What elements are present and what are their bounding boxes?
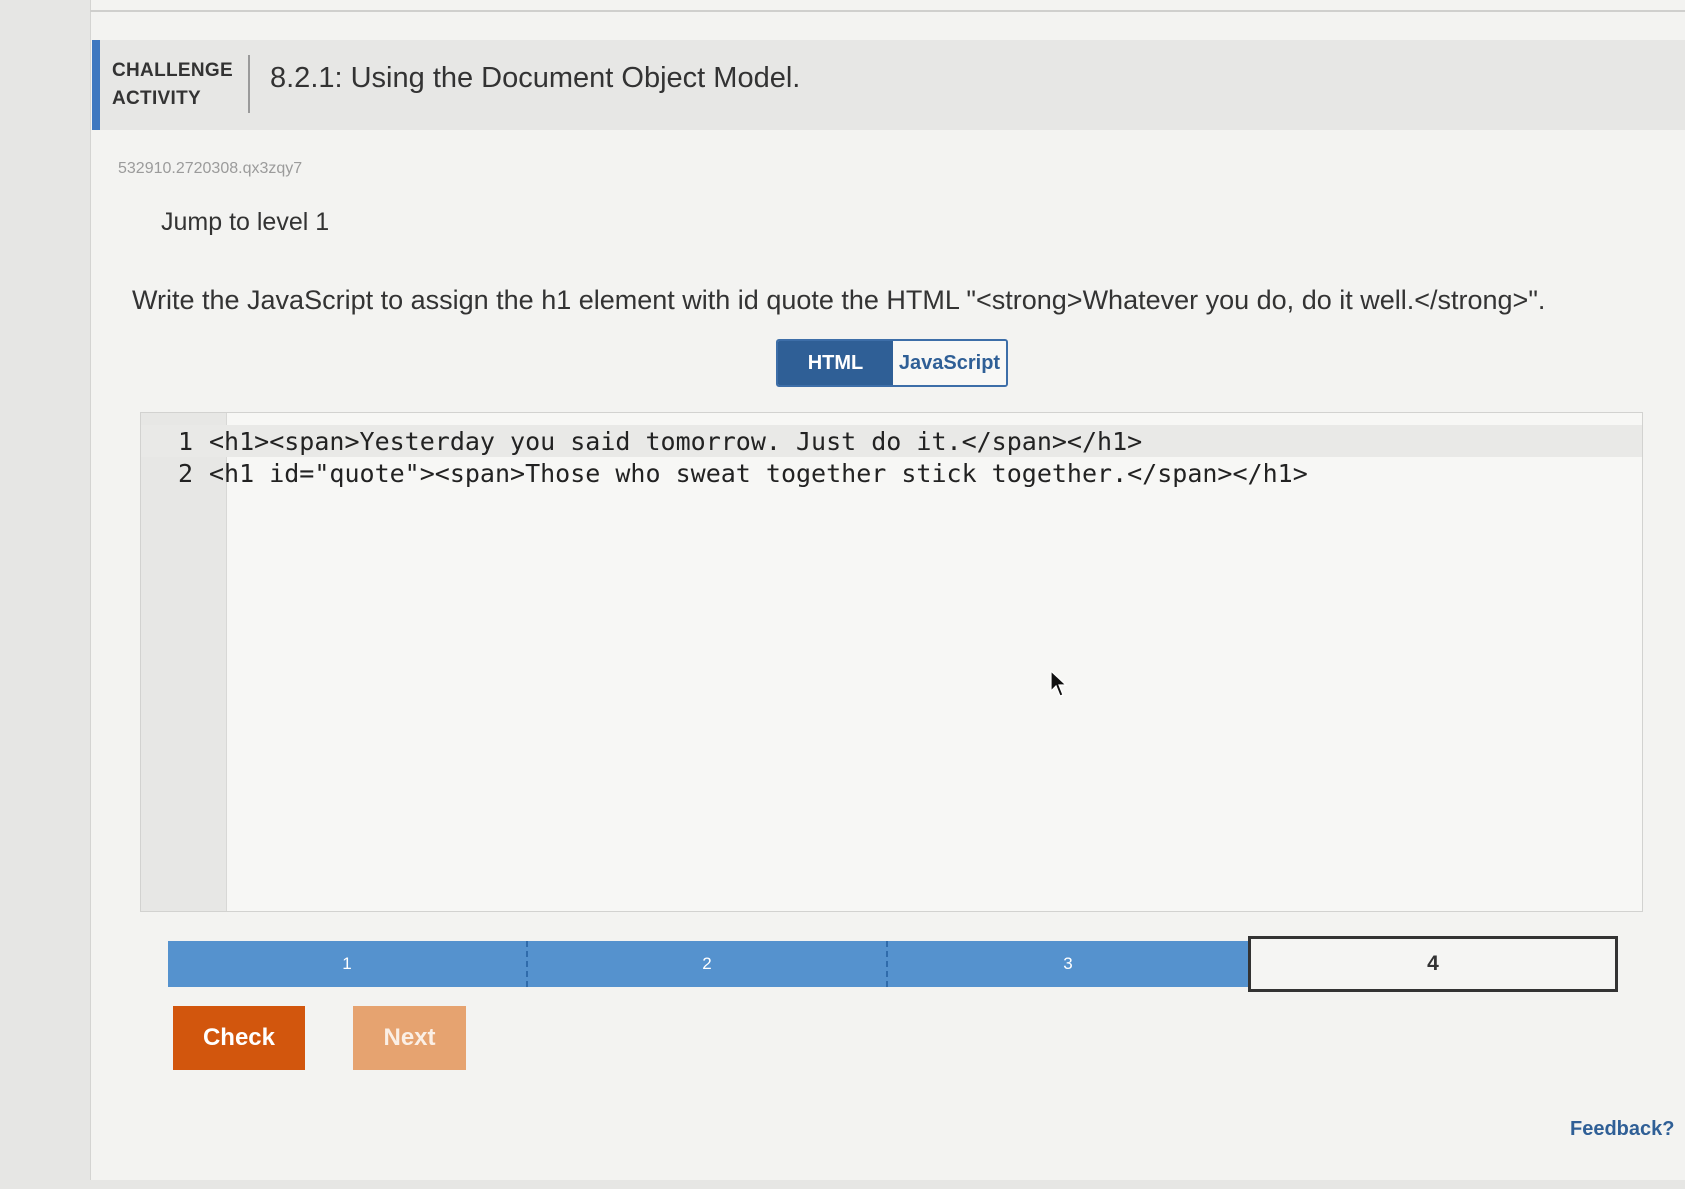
line-code[interactable]: <h1 id="quote"><span>Those who sweat tog… xyxy=(209,459,1308,488)
level-1-segment[interactable]: 1 xyxy=(168,941,528,987)
line-number: 2 xyxy=(177,458,193,488)
activity-id: 532910.2720308.qx3zqy7 xyxy=(118,160,303,177)
feedback-link[interactable]: Feedback? xyxy=(1570,1118,1674,1141)
code-editor[interactable]: 1 <h1><span>Yesterday you said tomorrow.… xyxy=(140,412,1643,912)
mouse-pointer-icon xyxy=(1050,670,1068,697)
next-button[interactable]: Next xyxy=(353,1006,466,1070)
level-progress-bar: 1 2 3 4 xyxy=(168,936,1618,992)
activity-type-label: CHALLENGE ACTIVITY xyxy=(112,60,233,109)
check-button[interactable]: Check xyxy=(173,1006,305,1070)
code-line[interactable]: 1 <h1><span>Yesterday you said tomorrow.… xyxy=(141,425,1142,457)
header-divider xyxy=(248,55,250,113)
language-tabs: HTML JavaScript xyxy=(776,339,1008,387)
line-number: 1 xyxy=(177,426,193,456)
line-code[interactable]: <h1><span>Yesterday you said tomorrow. J… xyxy=(209,427,1142,456)
tab-javascript[interactable]: JavaScript xyxy=(893,341,1006,385)
code-line[interactable]: 2 <h1 id="quote"><span>Those who sweat t… xyxy=(141,457,1308,489)
jump-to-level-selector[interactable]: Jump to level 1 xyxy=(161,208,329,237)
level-2-segment[interactable]: 2 xyxy=(528,941,888,987)
level-3-segment[interactable]: 3 xyxy=(888,941,1248,987)
tab-html[interactable]: HTML xyxy=(778,341,893,385)
instruction-text: Write the JavaScript to assign the h1 el… xyxy=(132,285,1546,315)
top-divider xyxy=(90,10,1685,12)
page-title: 8.2.1: Using the Document Object Model. xyxy=(270,62,801,94)
level-4-segment[interactable]: 4 xyxy=(1248,936,1618,992)
